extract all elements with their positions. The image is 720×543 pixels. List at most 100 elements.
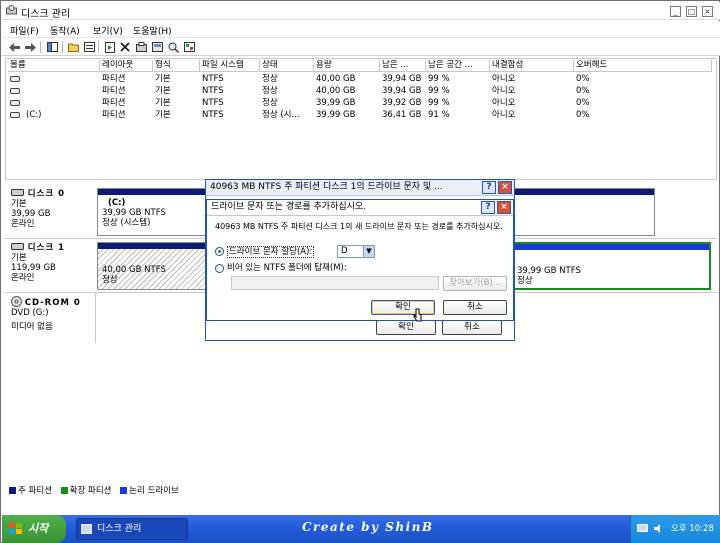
watermark: Create by ShinB (302, 520, 434, 534)
menu-view[interactable]: 보기(V) (93, 24, 123, 37)
outer-cancel-button[interactable]: 취소 (442, 320, 502, 335)
column-header[interactable]: 내결함성 (490, 60, 574, 72)
volume-cell[interactable] (24, 86, 100, 97)
volume-cell[interactable]: 기본 (153, 74, 200, 85)
mount-folder-label[interactable]: 비어 있는 NTFS 폴더에 탑재(M): (227, 263, 347, 273)
column-header[interactable]: 남은 ... (380, 60, 426, 72)
volume-cell[interactable]: 아니오 (490, 74, 574, 85)
volume-cell[interactable]: 기본 (153, 110, 200, 121)
check-disk-icon[interactable] (135, 41, 147, 53)
close-button[interactable]: × (497, 201, 511, 214)
column-header[interactable]: 용량 (314, 60, 380, 72)
menu-action[interactable]: 동작(A) (50, 24, 80, 37)
close-button[interactable]: × (498, 181, 512, 194)
assign-letter-radio[interactable] (215, 247, 224, 256)
volume-cell[interactable]: 정상 (시... (260, 110, 314, 121)
disk-icon (11, 243, 24, 250)
volume-cell[interactable]: 아니오 (490, 86, 574, 97)
assign-letter-label[interactable]: 드라이브 문자 할당(A): (227, 246, 315, 258)
column-header[interactable]: 오버헤드 (574, 60, 712, 72)
column-header[interactable]: 남은 공간 ... (426, 60, 490, 72)
volume-cell[interactable]: NTFS (200, 86, 260, 97)
disk-1-partition-3[interactable]: 39,99 GB NTFS 정상 (511, 242, 711, 290)
volume-cell[interactable]: 39,94 GB (380, 74, 426, 85)
volume-cell[interactable]: 39,94 GB (380, 86, 426, 97)
network-icon[interactable] (637, 523, 648, 534)
delete-icon[interactable] (119, 41, 131, 53)
volume-cell[interactable]: 36,41 GB (380, 110, 426, 121)
settings-icon[interactable] (183, 41, 195, 53)
volume-cell[interactable]: 정상 (260, 74, 314, 85)
menu-file[interactable]: 파일(F) (10, 24, 39, 37)
volume-cell[interactable]: 0% (574, 110, 712, 121)
column-header[interactable]: 볼륨 (8, 60, 100, 72)
column-header[interactable]: 형식 (153, 60, 200, 72)
disk-0-label[interactable]: 디스크 0 기본 39,99 GB 온라인 (11, 189, 95, 229)
volume-cell[interactable]: 기본 (153, 98, 200, 109)
volume-cell[interactable]: 40,00 GB (314, 74, 380, 85)
cancel-button[interactable]: 취소 (443, 300, 507, 315)
taskbar-item-disk-management[interactable]: 디스크 관리 (76, 518, 188, 540)
disk-icon[interactable] (151, 41, 163, 53)
volume-cell[interactable]: 39,92 GB (380, 98, 426, 109)
legend-swatch (120, 487, 128, 494)
volume-cell[interactable]: 파티션 (100, 110, 153, 121)
volume-cell[interactable]: NTFS (200, 110, 260, 121)
refresh-icon[interactable] (104, 41, 116, 53)
volume-cell[interactable]: 99 % (426, 74, 490, 85)
disk-1-label[interactable]: 디스크 1 기본 119,99 GB 온라인 (11, 243, 95, 283)
volume-cell[interactable]: 0% (574, 74, 712, 85)
volume-cell[interactable]: 39,99 GB (314, 98, 380, 109)
volume-cell[interactable]: 파티션 (100, 74, 153, 85)
forward-arrow-icon[interactable] (24, 41, 36, 53)
help-button[interactable]: ? (482, 181, 496, 194)
column-header[interactable]: 상태 (260, 60, 314, 72)
properties-icon[interactable] (83, 41, 95, 53)
volume-cell[interactable]: NTFS (200, 98, 260, 109)
volume-cell[interactable]: 0% (574, 86, 712, 97)
volume-cell[interactable]: 정상 (260, 98, 314, 109)
volume-cell[interactable]: 39,99 GB (314, 110, 380, 121)
folder-icon[interactable] (67, 41, 79, 53)
column-header[interactable]: 레이아웃 (100, 60, 153, 72)
drive-letter-select[interactable]: D ▼ (337, 245, 375, 258)
ok-button[interactable]: 확인 (371, 300, 435, 315)
volume-cell[interactable]: 91 % (426, 110, 490, 121)
volume-cell[interactable]: 아니오 (490, 110, 574, 121)
volume-cell[interactable] (24, 98, 100, 109)
column-header[interactable]: 파일 시스템 (200, 60, 260, 72)
chevron-down-icon[interactable]: ▼ (363, 246, 374, 257)
volume-cell[interactable]: 파티션 (100, 98, 153, 109)
volume-cell[interactable]: 40,00 GB (314, 86, 380, 97)
outer-ok-button[interactable]: 확인 (376, 320, 436, 335)
volume-cell[interactable]: NTFS (200, 74, 260, 85)
volume-cell[interactable]: 아니오 (490, 98, 574, 109)
folder-path-input[interactable] (231, 276, 439, 290)
clock[interactable]: 오후 10:28 (671, 515, 714, 543)
minimize-button[interactable]: _ (670, 6, 681, 17)
menu-help[interactable]: 도움말(H) (133, 24, 172, 37)
volume-cell[interactable]: (C:) (24, 110, 100, 121)
volume-list[interactable]: 볼륨 레이아웃 형식 파일 시스템 상태 용량 남은 ... 남은 공간 ... 내결함성 오버헤… (5, 58, 717, 180)
console-tree-icon[interactable] (46, 41, 58, 53)
add-drive-letter-dialog[interactable]: 드라이브 문자 또는 경로를 추가하십시오. ? × 40963 MB NTFS… (206, 199, 514, 322)
volume-cell[interactable]: 파티션 (100, 86, 153, 97)
maximize-button[interactable]: □ (686, 6, 697, 17)
drive-letter-value: D (341, 246, 348, 256)
volume-cell[interactable]: 기본 (153, 86, 200, 97)
volume-cell[interactable]: 0% (574, 98, 712, 109)
help-button[interactable]: ? (481, 201, 495, 214)
search-icon[interactable] (167, 41, 179, 53)
cdrom-0-label[interactable]: CD-ROM 0 DVD (G:) 미디어 없음 (11, 296, 95, 332)
volume-cell[interactable]: 정상 (260, 86, 314, 97)
start-button[interactable]: 시작 (2, 515, 66, 543)
close-button[interactable]: × (702, 6, 713, 17)
browse-button[interactable]: 찾아보기(B)... (443, 276, 507, 291)
volume-cell[interactable] (24, 74, 100, 85)
legend-logical: 논리 드라이브 (120, 486, 179, 496)
mount-folder-radio[interactable] (215, 264, 224, 273)
volume-cell[interactable]: 99 % (426, 86, 490, 97)
back-arrow-icon[interactable] (8, 41, 20, 53)
volume-cell[interactable]: 99 % (426, 98, 490, 109)
volume-icon[interactable] (653, 523, 664, 534)
